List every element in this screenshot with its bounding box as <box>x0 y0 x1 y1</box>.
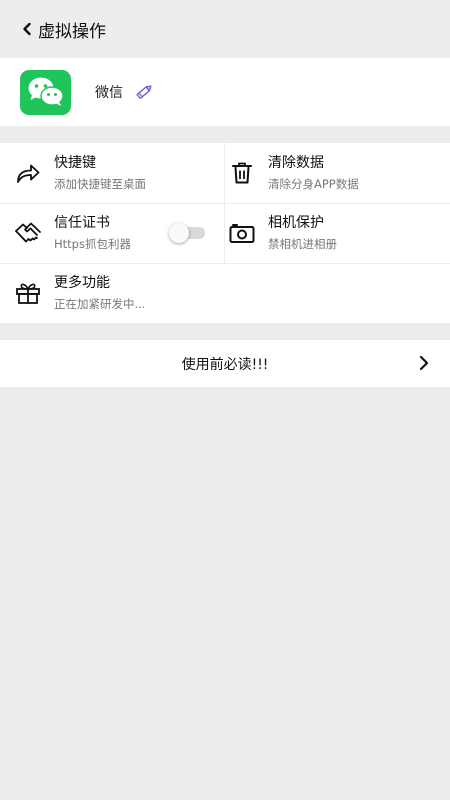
feature-subtitle: 清除分身APP数据 <box>268 177 359 191</box>
feature-grid: 快捷键 添加快捷键至桌面 清除数据 清除分身APP数据 信任证书 Https抓包… <box>0 143 450 323</box>
app-name: 微信 <box>95 85 123 101</box>
feature-trust-certificate: 信任证书 Https抓包利器 <box>14 203 164 263</box>
trust-certificate-toggle[interactable] <box>169 223 207 243</box>
gift-icon <box>14 279 42 307</box>
read-before-use-row[interactable]: 使用前必读!!! <box>0 340 450 387</box>
feature-title: 相机保护 <box>268 215 324 231</box>
feature-title: 信任证书 <box>54 215 110 231</box>
feature-subtitle: Https抓包利器 <box>54 237 131 251</box>
share-arrow-icon <box>14 159 42 187</box>
feature-subtitle: 添加快捷键至桌面 <box>54 177 146 191</box>
feature-camera-protection[interactable]: 相机保护 禁相机进相册 <box>228 203 438 263</box>
feature-shortcut[interactable]: 快捷键 添加快捷键至桌面 <box>14 143 220 203</box>
feature-subtitle: 禁相机进相册 <box>268 237 337 251</box>
handshake-icon <box>14 219 42 247</box>
app-card: 微信 <box>0 58 450 126</box>
top-bar: 虚拟操作 <box>0 0 450 58</box>
read-before-use-label: 使用前必读!!! <box>181 356 269 373</box>
camera-icon <box>228 219 256 247</box>
feature-title: 快捷键 <box>54 155 96 171</box>
feature-title: 更多功能 <box>54 275 110 291</box>
pencil-icon <box>136 85 152 99</box>
toggle-knob <box>169 223 189 243</box>
feature-title: 清除数据 <box>268 155 324 171</box>
feature-subtitle: 正在加紧研发中... <box>54 297 146 311</box>
chevron-right-icon <box>419 355 429 371</box>
feature-clear-data[interactable]: 清除数据 清除分身APP数据 <box>228 143 438 203</box>
wechat-icon[interactable] <box>20 69 71 115</box>
trash-icon <box>228 159 256 187</box>
page-title: 虚拟操作 <box>38 21 106 42</box>
chevron-left-icon <box>23 22 31 36</box>
edit-name-button[interactable] <box>133 81 155 103</box>
feature-more[interactable]: 更多功能 正在加紧研发中... <box>14 263 314 323</box>
